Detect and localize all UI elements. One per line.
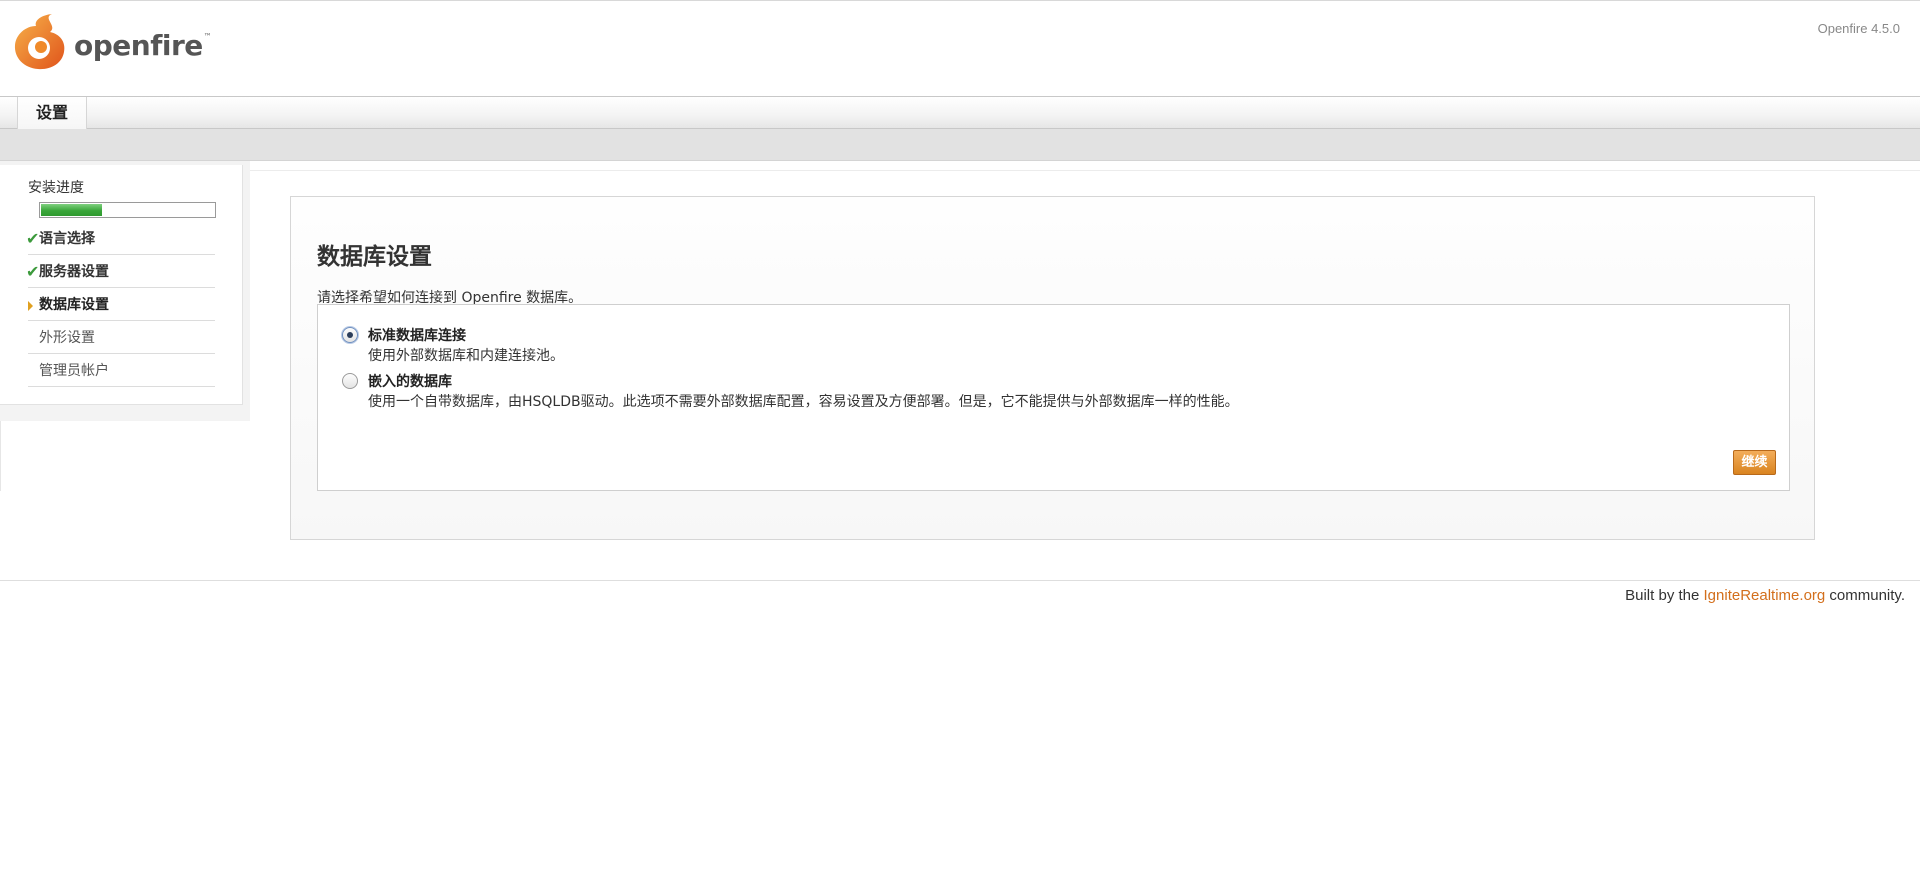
tab-bar: 设置 [0,96,1920,129]
sidebar-item-admin-account: 管理员帐户 [28,354,215,387]
sidebar-item-database-settings[interactable]: 数据库设置 [28,288,215,321]
openfire-flame-icon [14,14,65,70]
footer-prefix: Built by the [1625,587,1704,604]
progress-fill [41,204,102,216]
footer: Built by the IgniteRealtime.org communit… [1625,587,1905,604]
sidebar-item-label: 外形设置 [39,330,95,346]
progress-label: 安装进度 [28,180,84,196]
option-title: 嵌入的数据库 [368,374,452,390]
sidebar-item-server-settings[interactable]: ✔ 服务器设置 [26,255,215,288]
footer-suffix: community. [1825,587,1905,604]
sidebar-item-language[interactable]: ✔ 语言选择 [26,222,215,255]
header: openfire™ Openfire 4.5.0 [0,0,1920,97]
version-label: Openfire 4.5.0 [1817,21,1900,36]
sidebar-item-label: 管理员帐户 [39,363,109,379]
option-description: 使用外部数据库和内建连接池。 [368,348,564,364]
divider [0,421,1,491]
divider [243,170,1920,171]
database-settings-panel: 数据库设置 请选择希望如何连接到 Openfire 数据库。 标准数据库连接 使… [290,196,1815,540]
progress-bar [39,202,216,218]
ignite-realtime-link[interactable]: IgniteRealtime.org [1704,587,1826,604]
current-step-arrow-icon [28,301,33,311]
sidebar-item-label: 语言选择 [39,231,95,247]
database-options-box: 标准数据库连接 使用外部数据库和内建连接池。 嵌入的数据库 使用一个自带数据库，… [317,304,1790,491]
sidebar-container: 安装进度 ✔ 语言选择 ✔ 服务器设置 数据库设置 外形设置 管理员帐户 [0,161,250,421]
sidebar-item-appearance-settings: 外形设置 [28,321,215,354]
logo-text: openfire™ [74,28,212,62]
embedded-database-radio[interactable] [342,373,358,389]
standard-connection-radio[interactable] [342,327,358,343]
sidebar-item-label: 服务器设置 [39,264,109,280]
sub-nav-bar [0,129,1920,161]
sidebar-item-label: 数据库设置 [39,297,109,313]
tab-settings[interactable]: 设置 [17,97,88,129]
continue-button[interactable]: 继续 [1733,450,1776,475]
footer-divider [0,580,1920,581]
checkmark-icon: ✔ [26,229,40,248]
option-title: 标准数据库连接 [368,328,466,344]
setup-sidebar: 安装进度 ✔ 语言选择 ✔ 服务器设置 数据库设置 外形设置 管理员帐户 [0,165,243,405]
openfire-logo: openfire™ [12,11,212,71]
checkmark-icon: ✔ [26,262,40,281]
option-description: 使用一个自带数据库，由HSQLDB驱动。此选项不需要外部数据库配置，容易设置及方… [368,394,1239,410]
page-title: 数据库设置 [317,244,432,270]
